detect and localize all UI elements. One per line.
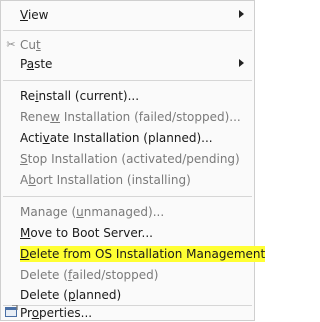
menu-item-abort-installation[interactable]: Abort Installation (installing)	[1, 170, 254, 190]
abort-installation-label: Abort Installation (installing)	[20, 173, 191, 187]
properties-label: Properties...	[20, 306, 93, 320]
reinstall-label: Reinstall (current)...	[20, 89, 140, 103]
delete-planned-label: Delete (planned)	[20, 288, 122, 302]
menu-item-activate-installation[interactable]: Activate Installation (planned)...	[1, 128, 254, 148]
manage-label: Manage (unmanaged)...	[20, 205, 165, 219]
menu-item-cut[interactable]: ✂ Cut	[1, 35, 254, 55]
menu-item-reinstall[interactable]: Reinstall (current)...	[1, 86, 254, 106]
menu-item-properties[interactable]: Properties...	[1, 304, 254, 321]
menu-separator	[3, 196, 252, 197]
stop-installation-label: Stop Installation (activated/pending)	[20, 152, 240, 166]
menu-item-move-to-boot-server[interactable]: Move to Boot Server...	[1, 223, 254, 243]
delete-from-os-installation-management-label: Delete from OS Installation Management	[20, 246, 266, 262]
menu-separator	[3, 30, 252, 31]
activate-installation-label: Activate Installation (planned)...	[20, 131, 213, 145]
view-label: View	[20, 8, 49, 22]
submenu-arrow-icon	[239, 10, 244, 18]
paste-label: Paste	[20, 57, 53, 71]
submenu-arrow-icon	[239, 59, 244, 67]
menu-item-manage[interactable]: Manage (unmanaged)...	[1, 202, 254, 222]
menu-item-delete-planned[interactable]: Delete (planned)	[1, 285, 254, 305]
move-to-boot-server-label: Move to Boot Server...	[20, 226, 153, 240]
properties-icon	[4, 304, 18, 321]
cut-label: Cut	[20, 38, 41, 52]
delete-failed-stopped-label: Delete (failed/stopped)	[20, 268, 159, 282]
menu-item-delete-failed-stopped[interactable]: Delete (failed/stopped)	[1, 265, 254, 285]
scissors-icon: ✂	[6, 38, 16, 51]
menu-item-renew-installation[interactable]: Renew Installation (failed/stopped)...	[1, 107, 254, 127]
renew-installation-label: Renew Installation (failed/stopped)...	[20, 110, 241, 124]
menu-item-delete-from-os-installation-management[interactable]: Delete from OS Installation Management	[1, 244, 266, 264]
context-menu: View ✂ Cut Paste Reinstall (current)... …	[0, 0, 266, 321]
menu-item-view[interactable]: View	[1, 5, 254, 25]
menu-separator	[3, 80, 252, 81]
menu-item-stop-installation[interactable]: Stop Installation (activated/pending)	[1, 149, 254, 169]
menu-item-paste[interactable]: Paste	[1, 54, 254, 74]
